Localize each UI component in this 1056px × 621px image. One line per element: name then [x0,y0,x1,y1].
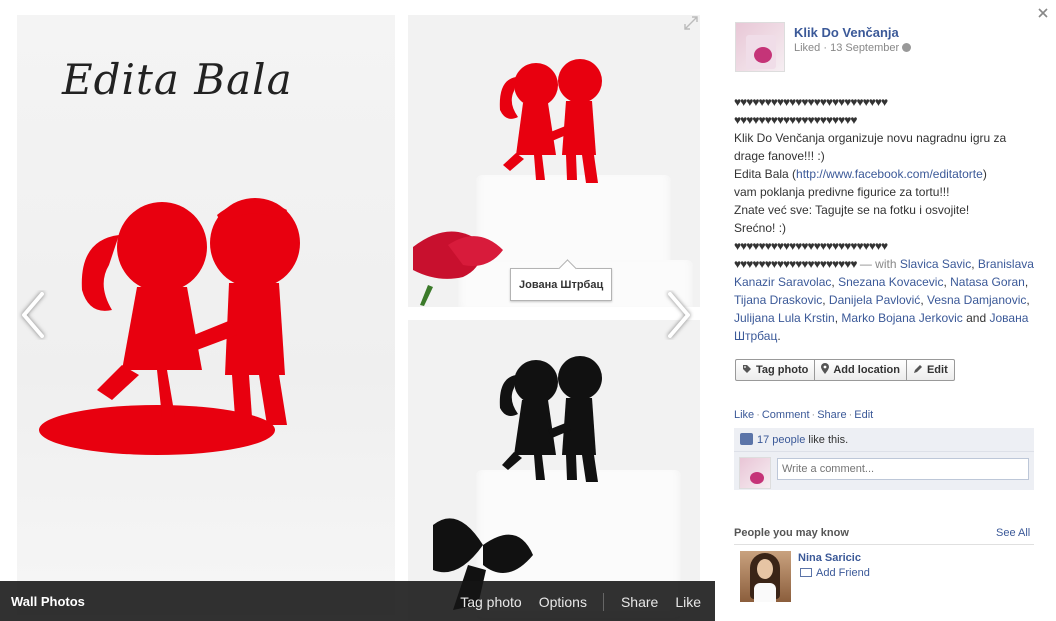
location-pin-icon [821,363,830,377]
share-link[interactable]: Share [621,594,658,610]
page-name-link[interactable]: Klik Do Venčanja [794,25,899,40]
post-line: Srećno! :) [734,221,787,235]
comment-input[interactable] [777,458,1029,480]
post-line: Edita Bala (http://www.facebook.com/edit… [734,167,987,181]
post-line: Znate već sve: Tagujte se na fotku i osv… [734,203,970,217]
red-figurine [39,198,300,455]
pencil-icon [913,364,923,377]
photo[interactable]: Edita Bala Јована Штрбац [0,0,715,621]
add-location-button[interactable]: Add location [814,359,907,381]
photo-action-bar: Wall Photos Tag photo Options Share Like [0,581,715,621]
likes-count-link[interactable]: 17 people [757,434,805,446]
page-avatar[interactable] [735,22,785,72]
tagged-person-link[interactable]: Vesna Damjanovic [927,293,1026,307]
hearts-line: ♥♥♥♥♥♥♥♥♥♥♥♥♥♥♥♥♥♥♥♥ [734,113,858,127]
thumbs-up-icon [740,433,753,445]
comment-action[interactable]: Comment [762,409,810,421]
share-action[interactable]: Share [817,409,846,421]
hearts-line: ♥♥♥♥♥♥♥♥♥♥♥♥♥♥♥♥♥♥♥♥♥♥♥♥♥ [734,95,888,109]
pymk-heading: People you may know [734,527,849,539]
edit-button[interactable]: Edit [905,359,955,381]
add-friend-icon [800,568,812,577]
tag-photo-button[interactable]: Tag photo [735,359,816,381]
tagged-person-link[interactable]: Slavica Savic [900,257,971,271]
post-line: Klik Do Venčanja organizuje novu nagradn… [734,131,1007,163]
album-name-link[interactable]: Wall Photos [11,594,85,609]
photo-side-panel: Klik Do Venčanja Liked · 13 September ♥♥… [715,0,1056,621]
tagged-person-link[interactable]: Tijana Draskovic [734,293,822,307]
divider [602,593,604,611]
like-action[interactable]: Like [734,409,754,421]
like-link[interactable]: Like [675,594,701,610]
likes-summary: 17 people like this. [740,433,848,446]
tagged-person-link[interactable]: Danijela Pavlović [829,293,920,307]
expand-icon[interactable] [684,16,700,32]
tag-tooltip[interactable]: Јована Штрбац [510,268,613,301]
tagged-person-link[interactable]: Marko Bojana Jerkovic [841,311,962,325]
photo-panel-large: Edita Bala [17,15,395,615]
red-topper [413,59,602,306]
close-icon[interactable] [1038,5,1048,21]
post-meta-text: Liked · 13 September [794,42,900,54]
tagged-person-link[interactable]: Julijana Lula Krstin [734,311,835,325]
photo-panel-bottom [408,320,700,620]
likes-comments-box: 17 people like this. [734,428,1034,490]
avatar [739,457,771,489]
edit-action[interactable]: Edit [854,409,873,421]
tagged-person-link[interactable]: Natasa Goran [950,275,1025,289]
post-actions: Like · Comment · Share · Edit [734,409,874,421]
photo-panel-top [408,15,700,307]
tag-icon [742,364,752,377]
options-link[interactable]: Options [539,594,587,610]
photo-stage: Edita Bala Јована Штрбац Wall Photos Tag… [0,0,715,621]
person-name-link[interactable]: Nina Saricic [798,552,861,564]
tagged-person-link[interactable]: Snezana Kovacevic [838,275,943,289]
tagged-people: ♥♥♥♥♥♥♥♥♥♥♥♥♥♥♥♥♥♥♥♥ — with Slavica Savi… [734,257,1034,343]
person-avatar[interactable] [740,551,791,602]
post-meta: Liked · 13 September [794,42,912,54]
post-text: ♥♥♥♥♥♥♥♥♥♥♥♥♥♥♥♥♥♥♥♥♥♥♥♥♥ ♥♥♥♥♥♥♥♥♥♥♥♥♥♥… [734,93,1034,345]
add-friend-link[interactable]: Add Friend [800,567,870,579]
chevron-left-icon[interactable] [18,290,48,340]
tag-photo-link[interactable]: Tag photo [460,594,522,610]
post-line: vam poklanja predivne figurice za tortu!… [734,185,950,199]
external-link[interactable]: http://www.facebook.com/editatorte [796,167,983,181]
see-all-link[interactable]: See All [996,527,1030,539]
chevron-right-icon[interactable] [664,290,694,340]
black-topper [433,356,602,610]
photo-buttons: Tag photo Add location Edit [735,359,955,381]
hearts-line: ♥♥♥♥♥♥♥♥♥♥♥♥♥♥♥♥♥♥♥♥♥♥♥♥♥ [734,239,888,253]
globe-icon [902,43,912,52]
